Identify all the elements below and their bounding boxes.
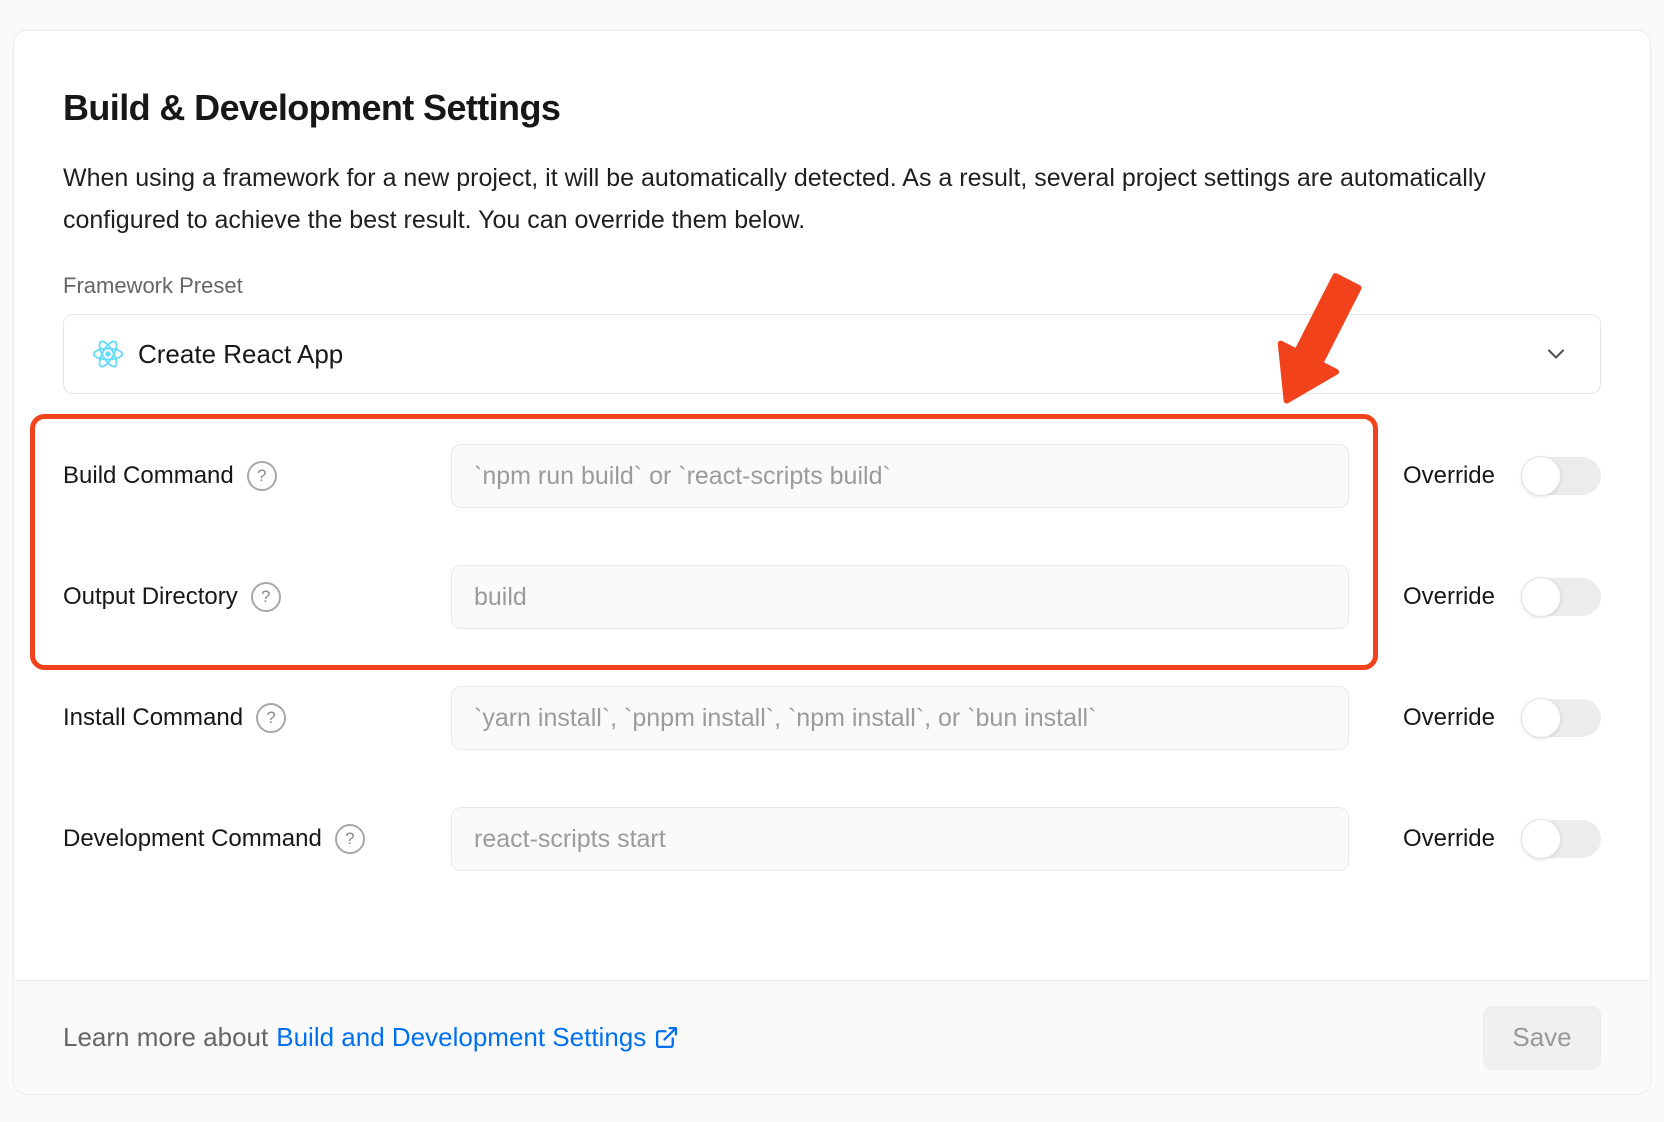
development-command-override-label: Override <box>1403 825 1495 853</box>
output-directory-override-toggle[interactable] <box>1521 578 1601 616</box>
install-command-label: Install Command <box>63 704 243 732</box>
toggle-knob <box>1521 577 1561 617</box>
development-command-label: Development Command <box>63 825 322 853</box>
react-logo-icon <box>92 338 124 370</box>
toggle-knob <box>1521 456 1561 496</box>
build-settings-docs-link[interactable]: Build and Development Settings <box>276 1022 679 1053</box>
development-command-label-group: Development Command ? <box>63 824 451 854</box>
toggle-knob <box>1521 819 1561 859</box>
development-command-input[interactable] <box>451 807 1349 871</box>
framework-preset-label: Framework Preset <box>63 273 1601 299</box>
build-command-row: Build Command ? Override <box>63 444 1601 508</box>
install-command-label-group: Install Command ? <box>63 703 451 733</box>
output-directory-row: Output Directory ? Override <box>63 565 1601 629</box>
install-command-override-label: Override <box>1403 704 1495 732</box>
page-background: { "card": { "title": "Build & Developmen… <box>0 0 1664 1122</box>
toggle-knob <box>1521 698 1561 738</box>
external-link-icon <box>654 1025 679 1050</box>
output-directory-override-label: Override <box>1403 583 1495 611</box>
build-command-override-toggle[interactable] <box>1521 457 1601 495</box>
framework-selected-value: Create React App <box>138 339 343 370</box>
build-command-label: Build Command <box>63 462 234 490</box>
learn-more-text: Learn more about Build and Development S… <box>63 1022 679 1053</box>
install-command-input[interactable] <box>451 686 1349 750</box>
build-command-label-group: Build Command ? <box>63 461 451 491</box>
output-directory-help-icon[interactable]: ? <box>251 582 281 612</box>
development-command-row: Development Command ? Override <box>63 807 1601 871</box>
card-footer: Learn more about Build and Development S… <box>14 980 1650 1094</box>
save-button[interactable]: Save <box>1483 1006 1601 1070</box>
output-directory-label: Output Directory <box>63 583 238 611</box>
build-settings-card: Build & Development Settings When using … <box>13 30 1651 1095</box>
learn-more-link-text: Build and Development Settings <box>276 1022 646 1053</box>
build-command-override-label: Override <box>1403 462 1495 490</box>
output-directory-label-group: Output Directory ? <box>63 582 451 612</box>
framework-preset-select[interactable]: Create React App <box>63 314 1601 394</box>
install-command-row: Install Command ? Override <box>63 686 1601 750</box>
output-directory-input[interactable] <box>451 565 1349 629</box>
build-command-input[interactable] <box>451 444 1349 508</box>
install-command-override-toggle[interactable] <box>1521 699 1601 737</box>
development-command-help-icon[interactable]: ? <box>335 824 365 854</box>
section-description: When using a framework for a new project… <box>63 157 1601 241</box>
learn-more-prefix: Learn more about <box>63 1022 268 1053</box>
install-command-help-icon[interactable]: ? <box>256 703 286 733</box>
chevron-down-icon <box>1542 340 1570 368</box>
development-command-override-toggle[interactable] <box>1521 820 1601 858</box>
build-command-help-icon[interactable]: ? <box>247 461 277 491</box>
page-title: Build & Development Settings <box>63 87 1601 129</box>
